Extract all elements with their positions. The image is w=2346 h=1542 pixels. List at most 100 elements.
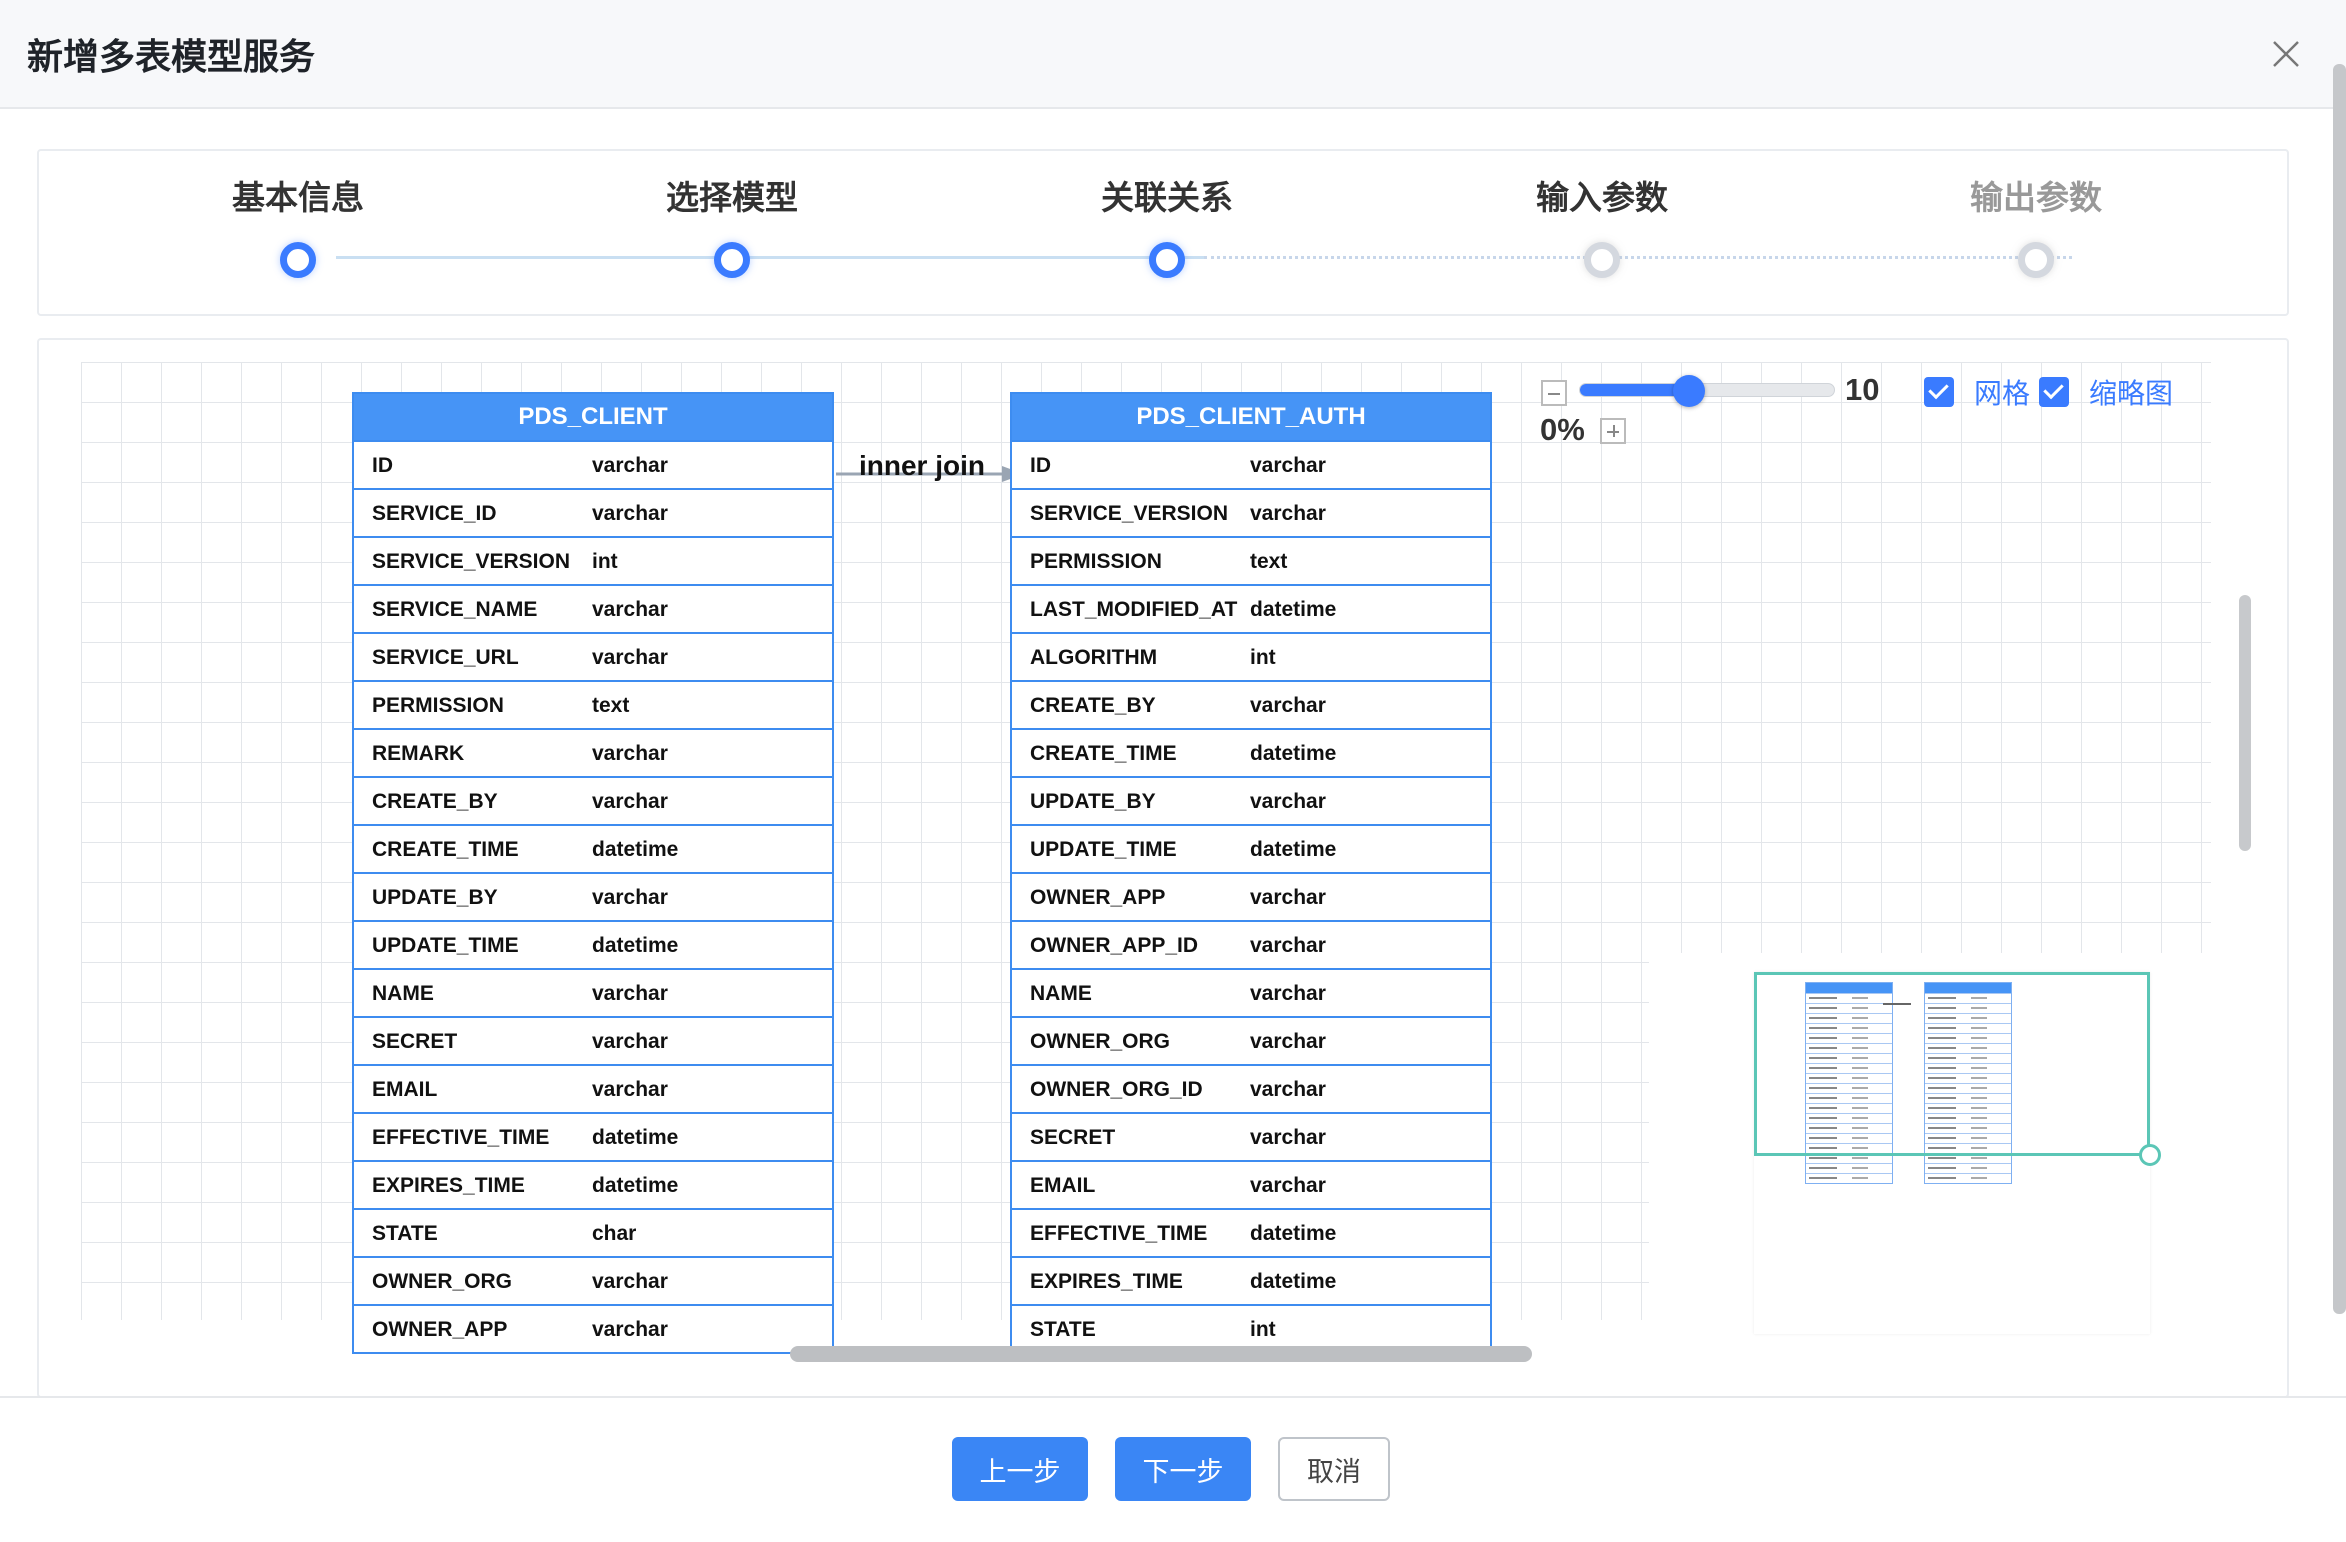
field-name: SERVICE_ID: [372, 502, 497, 525]
field-name: OWNER_ORG: [372, 1270, 513, 1293]
table-row[interactable]: REMARK varchar: [354, 728, 832, 776]
join-type-label[interactable]: inner join: [859, 450, 985, 482]
table-row[interactable]: CREATE_BY varchar: [354, 776, 832, 824]
table-row[interactable]: EFFECTIVE_TIME datetime: [354, 1112, 832, 1160]
field-type: varchar: [1250, 886, 1326, 909]
table-row[interactable]: STATE int: [1012, 1304, 1490, 1352]
field-name: SECRET: [372, 1030, 458, 1053]
table-row[interactable]: CREATE_TIME datetime: [354, 824, 832, 872]
close-icon[interactable]: [2266, 34, 2306, 74]
table-row[interactable]: OWNER_APP_ID varchar: [1012, 920, 1490, 968]
field-name: EXPIRES_TIME: [1030, 1270, 1183, 1293]
minimap-resize-handle[interactable]: [2139, 1144, 2161, 1166]
field-name: ID: [372, 454, 393, 477]
table-row[interactable]: OWNER_ORG varchar: [354, 1256, 832, 1304]
zoom-out-icon[interactable]: [1541, 380, 1567, 406]
relation-canvas[interactable]: PDS_CLIENT ID varchar SERVICE_ID varchar SER…: [37, 338, 2289, 1398]
table-row[interactable]: CREATE_BY varchar: [1012, 680, 1490, 728]
minimap-viewport[interactable]: [1754, 972, 2150, 1156]
table-row[interactable]: EFFECTIVE_TIME datetime: [1012, 1208, 1490, 1256]
field-type: varchar: [592, 502, 668, 525]
field-type: varchar: [1250, 1030, 1326, 1053]
table-row[interactable]: SERVICE_VERSION int: [354, 536, 832, 584]
field-name: CREATE_BY: [372, 790, 498, 813]
step-input-params[interactable]: 输入参数: [1472, 173, 1732, 278]
table-row[interactable]: PERMISSION text: [1012, 536, 1490, 584]
table-row[interactable]: SECRET varchar: [1012, 1112, 1490, 1160]
field-type: int: [592, 550, 618, 573]
step-basic-info[interactable]: 基本信息: [168, 173, 428, 278]
field-type: varchar: [592, 886, 668, 909]
table-row[interactable]: OWNER_ORG_ID varchar: [1012, 1064, 1490, 1112]
table-row[interactable]: OWNER_APP varchar: [354, 1304, 832, 1352]
table-row[interactable]: SERVICE_NAME varchar: [354, 584, 832, 632]
step-connector-done: [336, 256, 1204, 259]
page-scrollbar[interactable]: [2333, 64, 2346, 1314]
table-row[interactable]: ID varchar: [354, 440, 832, 488]
field-type: varchar: [592, 982, 668, 1005]
next-step-button[interactable]: 下一步: [1115, 1437, 1251, 1501]
cancel-button[interactable]: 取消: [1278, 1437, 1390, 1501]
field-type: text: [1250, 550, 1288, 573]
step-output-params[interactable]: 输出参数: [1906, 173, 2166, 278]
field-name: SECRET: [1030, 1126, 1116, 1149]
step-relations[interactable]: 关联关系: [1037, 173, 1297, 278]
field-type: varchar: [592, 742, 668, 765]
step-label: 关联关系: [1101, 178, 1233, 217]
minimap-checkbox[interactable]: [2039, 377, 2069, 407]
grid-checkbox[interactable]: [1924, 377, 1954, 407]
dialog-title: 新增多表模型服务: [27, 37, 316, 78]
table-row[interactable]: UPDATE_TIME datetime: [354, 920, 832, 968]
table-row[interactable]: OWNER_ORG varchar: [1012, 1016, 1490, 1064]
field-name: ID: [1030, 454, 1051, 477]
prev-step-button[interactable]: 上一步: [952, 1437, 1088, 1501]
table-row[interactable]: UPDATE_BY varchar: [354, 872, 832, 920]
field-name: PERMISSION: [372, 694, 504, 717]
table-row[interactable]: SERVICE_URL varchar: [354, 632, 832, 680]
table-row[interactable]: SERVICE_VERSION varchar: [1012, 488, 1490, 536]
table-row[interactable]: EXPIRES_TIME datetime: [354, 1160, 832, 1208]
table-row[interactable]: SERVICE_ID varchar: [354, 488, 832, 536]
table-header[interactable]: PDS_CLIENT_AUTH: [1012, 394, 1490, 440]
field-type: varchar: [592, 790, 668, 813]
table-row[interactable]: LAST_MODIFIED_AT datetime: [1012, 584, 1490, 632]
table-row[interactable]: EXPIRES_TIME datetime: [1012, 1256, 1490, 1304]
table-row[interactable]: ID varchar: [1012, 440, 1490, 488]
horizontal-scrollbar[interactable]: [790, 1346, 1532, 1362]
table-row[interactable]: EMAIL varchar: [1012, 1160, 1490, 1208]
table-row[interactable]: NAME varchar: [1012, 968, 1490, 1016]
table-row[interactable]: SECRET varchar: [354, 1016, 832, 1064]
slider-handle[interactable]: [1673, 375, 1706, 407]
field-type: datetime: [1250, 598, 1337, 621]
table-row[interactable]: UPDATE_TIME datetime: [1012, 824, 1490, 872]
field-type: datetime: [592, 934, 679, 957]
zoom-slider[interactable]: [1579, 375, 1835, 407]
table-row[interactable]: EMAIL varchar: [354, 1064, 832, 1112]
step-dot-todo: [1584, 242, 1620, 278]
table-row[interactable]: OWNER_APP varchar: [1012, 872, 1490, 920]
zoom-in-icon[interactable]: [1600, 418, 1626, 444]
field-type: text: [592, 694, 630, 717]
field-type: int: [1250, 646, 1276, 669]
table-header[interactable]: PDS_CLIENT: [354, 394, 832, 440]
field-type: varchar: [1250, 1078, 1326, 1101]
table-row[interactable]: STATE char: [354, 1208, 832, 1256]
minimap-checkbox-label[interactable]: 缩略图: [2089, 372, 2173, 412]
vertical-scrollbar[interactable]: [2239, 595, 2251, 851]
table-row[interactable]: CREATE_TIME datetime: [1012, 728, 1490, 776]
model-table-pds-client-auth[interactable]: PDS_CLIENT_AUTH ID varchar SERVICE_VERSION…: [1010, 392, 1492, 1354]
table-row[interactable]: ALGORITHM int: [1012, 632, 1490, 680]
step-select-model[interactable]: 选择模型: [602, 173, 862, 278]
field-type: varchar: [1250, 502, 1326, 525]
field-name: OWNER_ORG_ID: [1030, 1078, 1203, 1101]
table-row[interactable]: UPDATE_BY varchar: [1012, 776, 1490, 824]
field-type: varchar: [592, 1030, 668, 1053]
field-name: EMAIL: [1030, 1174, 1096, 1197]
model-table-pds-client[interactable]: PDS_CLIENT ID varchar SERVICE_ID varchar SER…: [352, 392, 834, 1354]
table-row[interactable]: NAME varchar: [354, 968, 832, 1016]
table-row[interactable]: PERMISSION text: [354, 680, 832, 728]
grid-checkbox-label[interactable]: 网格: [1974, 372, 2030, 412]
field-type: varchar: [1250, 982, 1326, 1005]
field-name: UPDATE_TIME: [1030, 838, 1177, 861]
field-name: EFFECTIVE_TIME: [1030, 1222, 1208, 1245]
